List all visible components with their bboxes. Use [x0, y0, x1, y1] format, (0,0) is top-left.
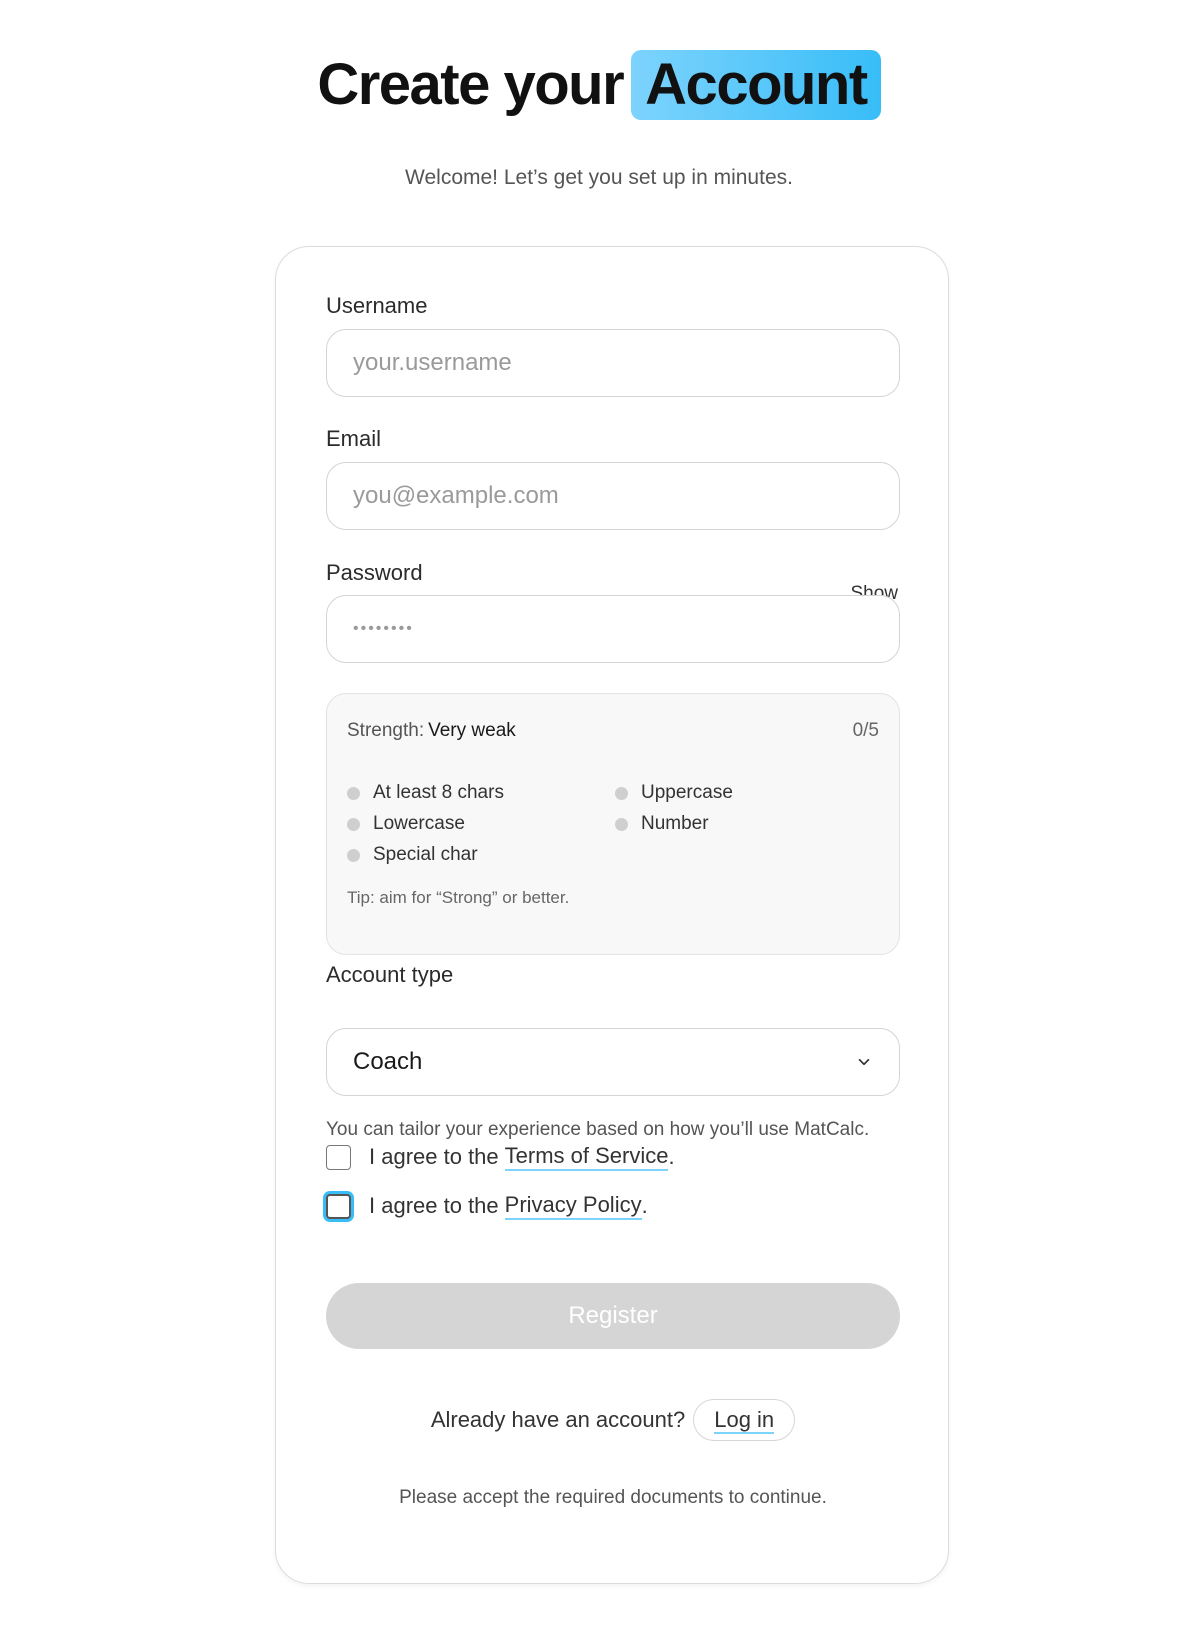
- strength-label-text: Strength:: [347, 720, 425, 741]
- email-input[interactable]: you@example.com: [326, 462, 900, 530]
- requirement-item: At least 8 chars: [347, 782, 504, 804]
- chevron-down-icon: [858, 1058, 870, 1066]
- privacy-checkbox[interactable]: [326, 1193, 351, 1219]
- terms-agreement-row: I agree to the Terms of Service.: [326, 1143, 675, 1171]
- requirement-item: Uppercase: [615, 782, 733, 804]
- account-type-selected: Coach: [353, 1048, 423, 1075]
- register-button[interactable]: Register: [326, 1283, 900, 1349]
- account-type-hint: You can tailor your experience based on …: [326, 1119, 870, 1140]
- email-placeholder: you@example.com: [353, 482, 559, 509]
- login-label: Log in: [714, 1407, 775, 1434]
- page-title: Create your Account: [317, 50, 881, 120]
- title-highlight: Account: [631, 50, 881, 120]
- requirement-text: Uppercase: [641, 782, 733, 803]
- strength-label: Strength: Very weak: [347, 720, 516, 742]
- account-type-select[interactable]: Coach: [326, 1028, 900, 1096]
- password-input[interactable]: ••••••••: [326, 595, 900, 663]
- password-masked-value: ••••••••: [353, 620, 414, 637]
- terms-period: .: [668, 1144, 675, 1169]
- terms-of-service-link[interactable]: Terms of Service: [504, 1143, 669, 1171]
- required-documents-notice: Please accept the required documents to …: [399, 1487, 827, 1508]
- username-label: Username: [326, 293, 428, 318]
- login-prompt: Already have an account?: [430, 1407, 686, 1432]
- requirement-text: Number: [641, 813, 709, 834]
- terms-checkbox[interactable]: [326, 1144, 351, 1170]
- login-row: Already have an account? Log in: [276, 1399, 950, 1441]
- privacy-prefix: I agree to the: [369, 1193, 499, 1218]
- requirement-text: At least 8 chars: [373, 782, 504, 803]
- privacy-policy-link[interactable]: Privacy Policy: [504, 1192, 642, 1220]
- strength-value: Very weak: [428, 720, 516, 741]
- page-header: Create your Account: [0, 50, 1198, 120]
- requirement-dot-icon: [347, 848, 360, 862]
- page-subtitle: Welcome! Let’s get you set up in minutes…: [405, 166, 793, 189]
- title-plain: Create your: [317, 52, 624, 117]
- terms-prefix: I agree to the: [369, 1144, 499, 1169]
- requirement-item: Lowercase: [347, 813, 465, 835]
- password-strength-panel: Strength: Very weak 0/5 At least 8 chars …: [326, 693, 900, 955]
- requirement-dot-icon: [615, 817, 628, 831]
- requirement-dot-icon: [615, 786, 628, 800]
- login-button[interactable]: Log in: [693, 1399, 796, 1441]
- username-input[interactable]: your.username: [326, 329, 900, 397]
- privacy-agreement-row: I agree to the Privacy Policy.: [326, 1192, 648, 1220]
- strength-score: 0/5: [852, 720, 879, 741]
- requirement-text: Special char: [373, 844, 478, 865]
- strength-tip: Tip: aim for “Strong” or better.: [347, 888, 570, 907]
- requirement-dot-icon: [347, 786, 360, 800]
- requirement-dot-icon: [347, 817, 360, 831]
- username-placeholder: your.username: [353, 349, 512, 376]
- account-type-label: Account type: [326, 962, 454, 987]
- email-label: Email: [326, 426, 382, 451]
- signup-card: Username your.username Email you@example…: [275, 246, 949, 1584]
- requirement-item: Number: [615, 813, 709, 835]
- requirement-text: Lowercase: [373, 813, 465, 834]
- privacy-period: .: [641, 1193, 648, 1218]
- password-label: Password: [326, 560, 423, 585]
- requirement-item: Special char: [347, 844, 478, 866]
